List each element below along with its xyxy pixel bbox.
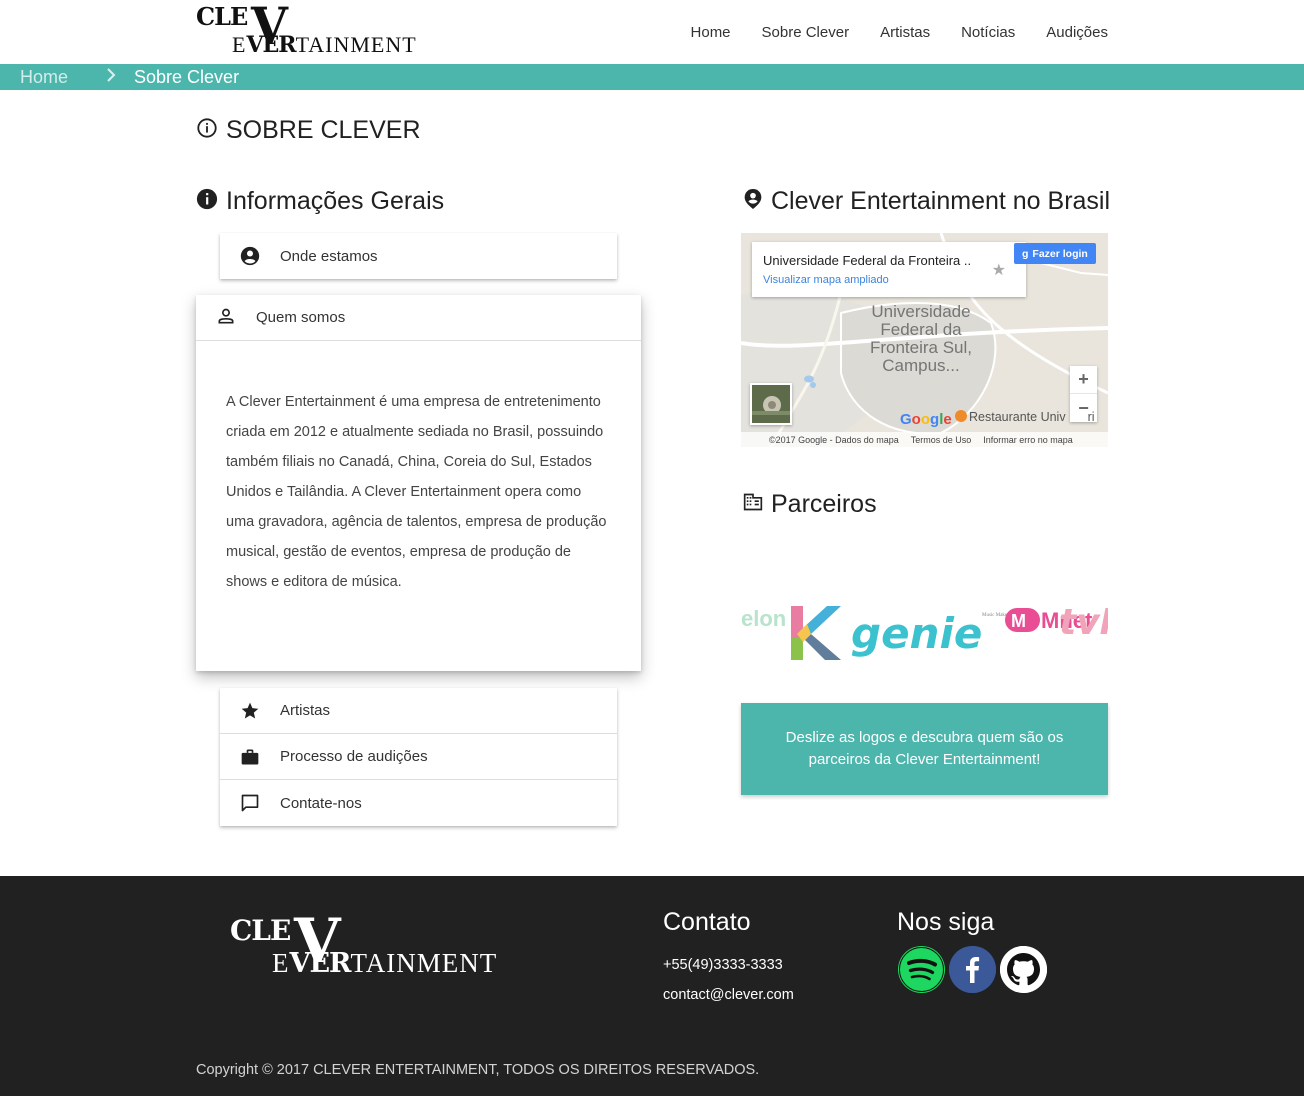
map-restaurant-label[interactable]: Restaurante Univ ri <box>955 410 1095 424</box>
chat-bubble-icon <box>240 793 260 813</box>
nav-sobre-clever[interactable]: Sobre Clever <box>762 24 850 41</box>
breadcrumb-home[interactable]: Home <box>20 67 68 88</box>
nav-audicoes[interactable]: Audições <box>1046 24 1108 41</box>
briefcase-icon <box>240 747 260 767</box>
breadcrumb-current: Sobre Clever <box>134 66 240 87</box>
account-pin-icon <box>743 188 763 215</box>
collapsible-bottom: Artistas Processo de audições Contate-no… <box>220 688 617 826</box>
collapsible-quem-somos-header[interactable]: Quem somos <box>196 295 641 341</box>
partners-heading-text: Parceiros <box>771 490 877 518</box>
logo-text-top: CLE <box>230 914 291 947</box>
map-terms-link[interactable]: Termos de Uso <box>911 435 972 445</box>
chevron-right-icon <box>106 67 116 87</box>
partners-heading: Parceiros <box>743 490 877 519</box>
map-copyright[interactable]: ©2017 Google - Dados do mapa <box>769 435 899 445</box>
account-circle-icon <box>240 246 260 266</box>
collapsible-processo-audicoes[interactable]: Processo de audições <box>220 734 617 780</box>
footer-phone[interactable]: +55(49)3333-3333 <box>663 957 783 973</box>
logo-text-top: CLE <box>196 2 248 31</box>
info-icon <box>196 188 218 215</box>
footer-email[interactable]: contact@clever.com <box>663 987 794 1003</box>
map-place-label: Universidade Federal da Fronteira Sul, C… <box>869 302 973 375</box>
info-heading: Informações Gerais <box>196 187 444 216</box>
info-heading-text: Informações Gerais <box>226 187 445 215</box>
spotify-icon[interactable] <box>898 946 945 993</box>
collapsible-quem-somos: Quem somos A Clever Entertainment é uma … <box>196 295 641 671</box>
map-report-link[interactable]: Informar erro no mapa <box>983 435 1073 445</box>
social-links <box>898 946 1051 993</box>
google-logo: Google <box>900 411 952 428</box>
nav-home[interactable]: Home <box>691 24 731 41</box>
breadcrumb: Home Sobre Clever <box>0 64 1304 90</box>
collapsible-onde-estamos[interactable]: Onde estamos <box>220 233 617 279</box>
brasil-heading: Clever Entertainment no Brasil <box>743 187 1110 216</box>
partner-logos-carousel[interactable]: elon genie Music Makes ONE M Mnet tvN <box>741 598 1108 664</box>
star-icon <box>240 701 260 721</box>
page-title-text: SOBRE CLEVER <box>226 116 421 144</box>
footer: CLE V EVERTAINMENT Contato +55(49)3333-3… <box>0 876 1304 1096</box>
map-login-button[interactable]: g Fazer login <box>1014 243 1096 264</box>
logo-text-bottom: EVERTAINMENT <box>232 32 417 58</box>
footer-follow-heading: Nos siga <box>897 908 995 936</box>
collapsible-label: Onde estamos <box>280 247 378 265</box>
facebook-icon[interactable] <box>949 946 996 993</box>
person-outline-icon <box>216 306 236 330</box>
partner-logo-tvn[interactable]: tvN <box>1059 602 1108 643</box>
brand-logo[interactable]: CLE V EVERTAINMENT <box>196 0 446 58</box>
brasil-heading-text: Clever Entertainment no Brasil <box>771 187 1111 215</box>
svg-text:M: M <box>1011 611 1026 631</box>
map-place-title: Universidade Federal da Fronteira .. <box>763 253 972 268</box>
satellite-view-thumbnail[interactable] <box>750 383 792 425</box>
map-place-card: Universidade Federal da Fronteira .. Vis… <box>752 242 1026 297</box>
partners-cta-card: Deslize as logos e descubra quem são os … <box>741 703 1108 795</box>
satellite-thumbnail-image <box>752 385 790 423</box>
map-view-larger-link[interactable]: Visualizar mapa ampliado <box>763 274 889 286</box>
google-g-icon: g <box>1022 247 1029 260</box>
collapsible-top: Onde estamos <box>220 233 617 279</box>
business-icon <box>743 492 763 517</box>
logo-text-bottom: EVERTAINMENT <box>272 948 498 979</box>
map-footer: ©2017 Google - Dados do mapa Termos de U… <box>741 432 1108 447</box>
info-outline-icon <box>196 117 218 144</box>
collapsible-artistas[interactable]: Artistas <box>220 688 617 734</box>
collapsible-label: Artistas <box>280 702 331 719</box>
nav-noticias[interactable]: Notícias <box>961 24 1015 41</box>
star-outline-icon[interactable]: ★ <box>992 260 1006 280</box>
partner-logo-kakao-k[interactable] <box>791 606 841 660</box>
partner-logo-genie[interactable]: genie <box>851 609 982 658</box>
collapsible-label: Processo de audições <box>280 748 428 765</box>
partners-cta-text: Deslize as logos e descubra quem são os … <box>785 729 1064 768</box>
header: CLE V EVERTAINMENT Home Sobre Clever Art… <box>0 0 1304 64</box>
main-nav: Home Sobre Clever Artistas Notícias Audi… <box>660 0 1108 64</box>
github-icon[interactable] <box>1000 946 1047 993</box>
footer-contact-heading: Contato <box>663 908 751 936</box>
restaurant-pin-icon <box>955 410 967 422</box>
collapsible-label: Quem somos <box>256 309 346 326</box>
nav-artistas[interactable]: Artistas <box>880 24 930 41</box>
map-login-label: Fazer login <box>1032 247 1088 260</box>
footer-copyright: Copyright © 2017 CLEVER ENTERTAINMENT, T… <box>196 1062 760 1078</box>
quem-somos-text: A Clever Entertainment é uma empresa de … <box>226 394 607 590</box>
collapsible-label: Contate-nos <box>280 794 362 812</box>
footer-logo[interactable]: CLE V EVERTAINMENT <box>230 910 530 979</box>
partner-logo-elon[interactable]: elon <box>741 606 786 631</box>
zoom-in-button[interactable]: + <box>1070 366 1097 394</box>
map-embed[interactable]: Universidade Federal da Fronteira .. Vis… <box>741 233 1108 447</box>
page-title: SOBRE CLEVER <box>196 116 421 145</box>
collapsible-contate-nos[interactable]: Contate-nos <box>220 780 617 826</box>
